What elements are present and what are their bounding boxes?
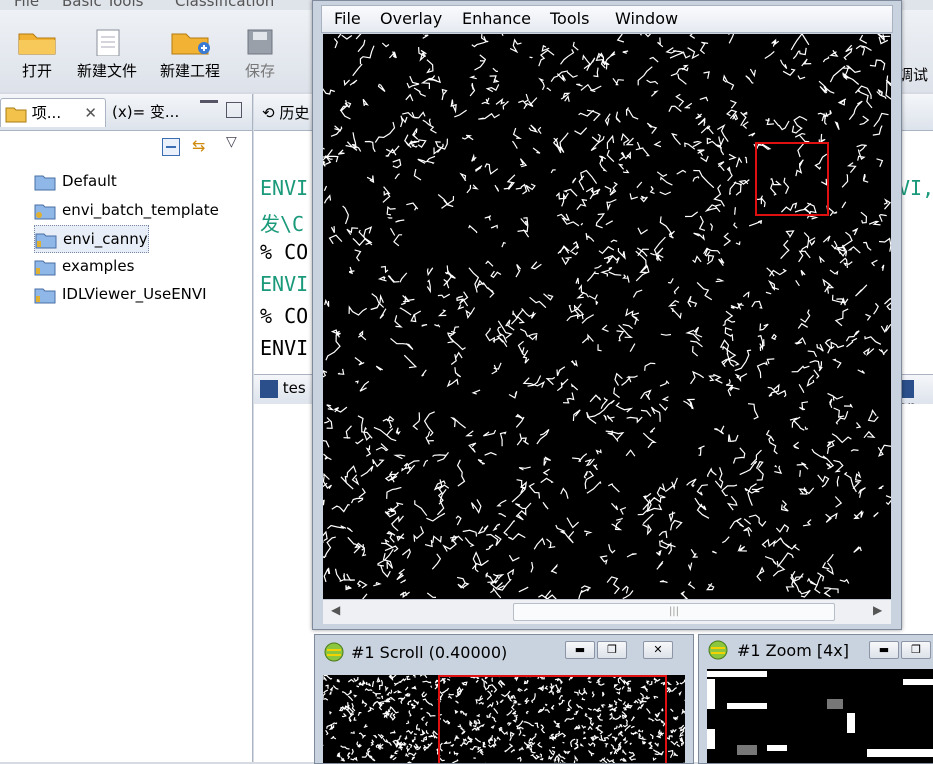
restore-button[interactable]: ❐ bbox=[597, 641, 627, 659]
console-tab[interactable]: tes bbox=[260, 379, 306, 398]
envi-icon bbox=[260, 379, 278, 398]
open-button[interactable]: 打开 bbox=[2, 28, 72, 81]
tree-item-default[interactable]: Default bbox=[34, 168, 117, 194]
scroll-window-title: #1 Scroll (0.40000) bbox=[351, 643, 508, 662]
tree-item-examples[interactable]: examples bbox=[34, 253, 134, 279]
new-file-icon bbox=[96, 29, 120, 56]
tab-variables[interactable]: (x)= 变... bbox=[112, 98, 179, 126]
scroll-image[interactable] bbox=[323, 675, 685, 763]
code-line-6: ENVI bbox=[260, 336, 309, 360]
zoom-window-title: #1 Zoom [4x] bbox=[737, 641, 850, 660]
maximize-icon[interactable] bbox=[226, 102, 242, 118]
close-button[interactable]: ✕ bbox=[643, 641, 673, 659]
zoom-window: #1 Zoom [4x] ▬ ❐ bbox=[698, 634, 933, 764]
project-toolbar: ⇆ ▽ bbox=[0, 130, 252, 164]
envi-menu-window[interactable]: Window bbox=[615, 9, 678, 28]
zoom-image[interactable] bbox=[707, 669, 933, 763]
save-icon bbox=[247, 29, 273, 55]
code-right-fragment: VI, bbox=[898, 176, 933, 200]
menu-basic-tools[interactable]: Basic Tools bbox=[62, 0, 143, 10]
edge-image[interactable] bbox=[323, 34, 891, 599]
envi-globe-icon bbox=[324, 642, 344, 662]
save-button[interactable]: 保存 bbox=[225, 28, 295, 81]
new-project-button[interactable]: 新建工程 bbox=[155, 28, 225, 81]
history-icon: ⟲ bbox=[262, 104, 275, 122]
new-file-label: 新建文件 bbox=[76, 62, 137, 80]
project-icon bbox=[5, 107, 27, 122]
scrollbar-thumb[interactable]: ||| bbox=[513, 603, 835, 621]
restore-button[interactable]: ❐ bbox=[901, 641, 931, 659]
scroll-window: #1 Scroll (0.40000) ▬ ❐ ✕ bbox=[314, 634, 694, 764]
scroll-right-arrow-icon[interactable]: ▶ bbox=[873, 603, 882, 617]
close-icon[interactable]: ✕ bbox=[84, 99, 97, 127]
menu-file[interactable]: File bbox=[14, 0, 39, 10]
project-icon bbox=[34, 204, 56, 219]
project-icon bbox=[34, 288, 56, 303]
envi-globe-icon bbox=[708, 640, 728, 660]
canny-edge-display bbox=[323, 34, 891, 599]
horizontal-scrollbar[interactable]: ◀ ||| ▶ bbox=[323, 599, 891, 624]
scroll-box-overlay[interactable] bbox=[438, 675, 667, 763]
save-label: 保存 bbox=[244, 62, 275, 80]
minimize-button[interactable]: ▬ bbox=[869, 641, 899, 659]
project-tabs: 项... ✕ (x)= 变... bbox=[0, 94, 252, 131]
history-tab-label: 历史 bbox=[279, 104, 310, 122]
tab-project-label: 项... bbox=[31, 104, 62, 122]
project-icon bbox=[34, 260, 56, 275]
code-line-1: ENVI bbox=[260, 176, 309, 200]
minimize-button[interactable]: ▬ bbox=[565, 641, 595, 659]
new-file-button[interactable]: 新建文件 bbox=[72, 28, 142, 81]
open-label: 打开 bbox=[21, 62, 52, 80]
tree-item-idlviewer[interactable]: IDLViewer_UseENVI bbox=[34, 281, 207, 307]
code-line-4: ENVI bbox=[260, 272, 309, 296]
new-project-icon bbox=[171, 33, 210, 55]
menu-classification[interactable]: Classification bbox=[175, 0, 274, 10]
history-tab[interactable]: ⟲ 历史 bbox=[262, 102, 309, 123]
collapse-all-icon[interactable] bbox=[162, 138, 180, 156]
project-pane: 项... ✕ (x)= 变... ⇆ ▽ Default envi_batch_… bbox=[0, 94, 253, 762]
envi-image-window: File Overlay Enhance Tools Window ◀ ||| … bbox=[312, 0, 902, 630]
envi-menu-tools[interactable]: Tools bbox=[550, 9, 589, 28]
code-line-5: % CO bbox=[260, 304, 309, 328]
project-icon bbox=[35, 233, 57, 248]
zoom-box-overlay[interactable] bbox=[755, 142, 829, 216]
tab-project[interactable]: 项... ✕ bbox=[0, 98, 106, 127]
envi-menu-overlay[interactable]: Overlay bbox=[380, 9, 442, 28]
console-tab-label: tes bbox=[282, 379, 306, 397]
envi-menu-file[interactable]: File bbox=[334, 9, 361, 28]
scroll-left-arrow-icon[interactable]: ◀ bbox=[331, 603, 340, 617]
zoom-pixel-display bbox=[707, 671, 933, 757]
tab-variables-label: (x)= 变... bbox=[112, 103, 180, 121]
folder-icon bbox=[34, 175, 56, 190]
tree-item-envi-canny[interactable]: envi_canny bbox=[34, 225, 149, 253]
view-menu-icon[interactable]: ▽ bbox=[226, 134, 237, 150]
code-line-2: 发\C bbox=[260, 212, 305, 236]
envi-menubar: File Overlay Enhance Tools Window bbox=[321, 5, 893, 33]
minimize-icon[interactable] bbox=[200, 100, 218, 115]
link-editor-icon[interactable]: ⇆ bbox=[192, 136, 205, 155]
envi-menu-enhance[interactable]: Enhance bbox=[462, 9, 531, 28]
open-folder-icon bbox=[18, 33, 56, 55]
new-project-label: 新建工程 bbox=[159, 62, 220, 80]
debug-label[interactable]: 调试 bbox=[898, 64, 928, 85]
code-line-3: % CO bbox=[260, 240, 309, 264]
tree-item-envi-batch-template[interactable]: envi_batch_template bbox=[34, 197, 219, 223]
